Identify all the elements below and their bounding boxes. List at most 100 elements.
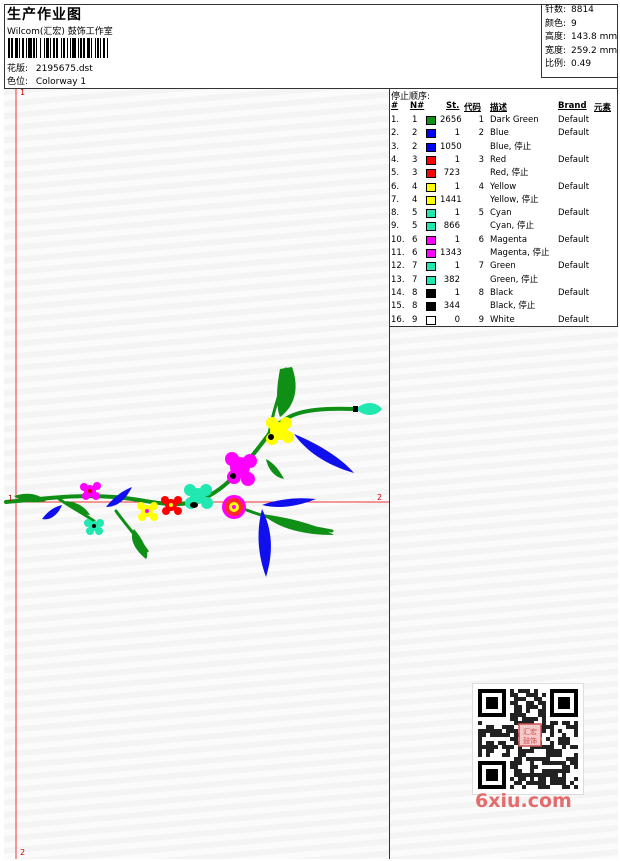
row-needle: 9 [412, 314, 418, 325]
color-swatch [426, 129, 436, 139]
row-index: 4. [391, 154, 400, 165]
col-desc: 描述 [490, 103, 508, 113]
row-index: 10. [391, 234, 405, 245]
row-stitches: 1 [454, 261, 460, 272]
table-row[interactable]: 10. 6 1 6 Magenta Default [390, 234, 618, 247]
row-index: 6. [391, 181, 400, 192]
row-brand: Default [558, 261, 590, 272]
col-idx: # [391, 101, 399, 111]
table-row[interactable]: 4. 3 1 3 Red Default [390, 154, 618, 167]
row-code: 9 [478, 314, 484, 325]
design-file-label: 花版: [7, 64, 29, 74]
row-stitches: 382 [443, 274, 460, 285]
row-needle: 6 [412, 248, 418, 258]
row-stitches: 1 [454, 287, 460, 298]
row-index: 2. [391, 128, 400, 139]
row-needle: 7 [412, 261, 418, 272]
row-description: Green, 停止 [490, 274, 539, 285]
header: 生产作业图 Wilcom(汇宏) 鼓饰工作室 花版: 2195675.dst 色… [4, 4, 618, 89]
table-row[interactable]: 13. 7 382 Green, 停止 [390, 274, 618, 287]
row-stitches: 1441 [440, 194, 462, 205]
row-needle: 4 [412, 194, 418, 205]
row-stitches: 1 [454, 154, 460, 165]
flower-cyan-left [84, 519, 104, 535]
row-index: 15. [391, 301, 405, 312]
row-index: 16. [391, 314, 405, 325]
table-row[interactable]: 14. 8 1 8 Black Default [390, 287, 618, 300]
col-code: 代码 [464, 103, 482, 113]
color-swatch [426, 142, 436, 152]
row-stitches: 1343 [440, 248, 462, 258]
table-row[interactable]: 15. 8 344 Black, 停止 [390, 300, 618, 313]
svg-text:汇宏: 汇宏 [523, 727, 537, 736]
row-needle: 8 [412, 287, 418, 298]
design-preview[interactable]: 1 1 2 2 [4, 89, 390, 859]
color-swatch [426, 155, 436, 165]
row-code: 4 [478, 181, 484, 192]
flower-red-yellow [222, 495, 246, 519]
table-row[interactable]: 5. 3 723 Red, 停止 [390, 167, 618, 180]
axis-start-left-label: 1 [8, 494, 14, 503]
row-description: Cyan, 停止 [490, 221, 534, 232]
flower-magenta-right [225, 452, 257, 486]
table-row[interactable]: 1. 1 2656 1 Dark Green Default [390, 114, 618, 127]
table-row[interactable]: 6. 4 1 4 Yellow Default [390, 181, 618, 194]
table-row[interactable]: 3. 2 1050 Blue, 停止 [390, 141, 618, 154]
row-code: 1 [478, 115, 484, 125]
company-name: Wilcom(汇宏) 鼓饰工作室 [7, 27, 113, 37]
table-row[interactable]: 12. 7 1 7 Green Default [390, 260, 618, 273]
svg-text:鼓饰: 鼓饰 [523, 736, 537, 745]
row-needle: 5 [412, 221, 418, 232]
colorway-value: Colorway 1 [35, 77, 87, 87]
row-description: White [490, 314, 515, 325]
row-brand: Default [558, 314, 590, 325]
stop-sequence-table: 停止顺序: # N# St. 代码 描述 Brand 元素 1. 1 2656 1 Da… [390, 89, 618, 327]
row-brand: Default [558, 287, 590, 298]
row-description: Black, 停止 [490, 301, 536, 312]
row-index: 5. [391, 168, 400, 179]
row-stitches: 1 [454, 181, 460, 192]
row-stitches: 0 [454, 314, 460, 325]
table-row[interactable]: 11. 6 1343 Magenta, 停止 [390, 247, 618, 260]
row-index: 13. [391, 274, 405, 285]
axis-end-right-label: 2 [377, 493, 383, 502]
row-index: 8. [391, 208, 400, 219]
leaf-group [14, 367, 334, 559]
row-description: Magenta, 停止 [490, 248, 550, 258]
table-row[interactable]: 16. 9 0 9 White Default [390, 314, 618, 327]
row-needle: 8 [412, 301, 418, 312]
row-index: 14. [391, 287, 405, 298]
stat-scale: 比例: 0.49 [545, 59, 592, 69]
col-elem: 元素 [594, 103, 612, 113]
row-description: Yellow [490, 181, 517, 192]
stat-colors: 颜色: 9 [545, 18, 577, 29]
row-stitches: 866 [443, 221, 460, 232]
table-row[interactable]: 8. 5 1 5 Cyan Default [390, 207, 618, 220]
table-row[interactable]: 2. 2 1 2 Blue Default [390, 127, 618, 140]
table-row[interactable]: 7. 4 1441 Yellow, 停止 [390, 194, 618, 207]
flower-yellow [137, 502, 158, 521]
bud-cyan-tip [353, 403, 382, 415]
row-index: 12. [391, 261, 405, 272]
color-swatch [426, 315, 436, 325]
row-description: Magenta [490, 234, 528, 245]
row-description: Cyan [490, 208, 512, 219]
row-brand: Default [558, 234, 590, 245]
col-n: N# [410, 101, 425, 111]
row-stitches: 1050 [440, 141, 462, 152]
color-swatch [426, 116, 436, 125]
row-code: 6 [478, 234, 484, 245]
color-swatch [426, 288, 436, 298]
row-description: Dark Green [490, 115, 539, 125]
row-stitches: 2656 [440, 115, 462, 125]
row-brand: Default [558, 128, 590, 139]
color-swatch [426, 249, 436, 258]
watermark-text: 6xiu.com [475, 790, 572, 812]
row-stitches: 1 [454, 234, 460, 245]
colorway-line: 色位: Colorway 1 [7, 74, 86, 87]
page-title: 生产作业图 [7, 7, 82, 23]
table-row[interactable]: 9. 5 866 Cyan, 停止 [390, 220, 618, 233]
row-needle: 2 [412, 141, 418, 152]
table-header: # N# St. 代码 描述 Brand 元素 [390, 101, 618, 113]
color-swatch [426, 302, 436, 312]
